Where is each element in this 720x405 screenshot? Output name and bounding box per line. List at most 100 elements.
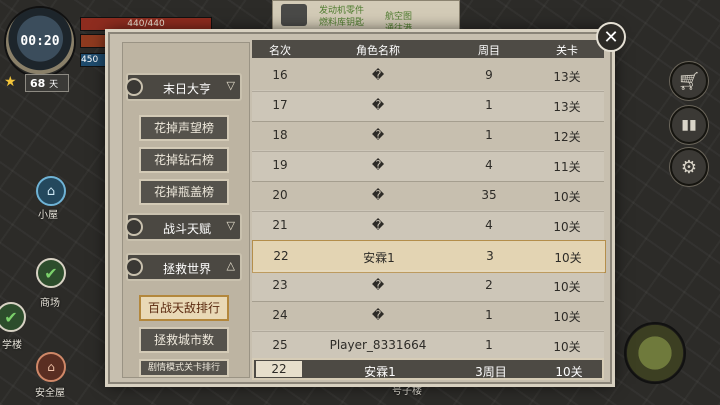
cell-rank: 24 — [272, 308, 288, 322]
clock-time: 00:20 — [20, 34, 60, 49]
leaderboard-panel: 末日大亨 ▽ 花掉声望榜 花掉钻石榜 花掉瓶盖榜 战斗天赋 ▽ 拯救世界 △ 百… — [108, 32, 612, 384]
header-name: 角色名称 — [356, 44, 400, 57]
table-row[interactable]: 24 � 1 10关 — [252, 300, 604, 332]
water-value: 450 — [81, 55, 99, 65]
my-rank-row: 22 安霖1 3周目 10关 — [252, 358, 604, 380]
cell-cycle: 1 — [485, 98, 493, 112]
cell-name: � — [371, 128, 385, 142]
tab-hundred-battles[interactable]: 百战天敌排行 — [139, 295, 229, 321]
table-row[interactable]: 18 � 1 12关 — [252, 120, 604, 152]
cell-stage: 12关 — [553, 130, 581, 144]
cabin-map-node[interactable]: ⌂ — [36, 176, 66, 206]
category-bullet — [125, 78, 143, 96]
table-row[interactable]: 23 � 2 10关 — [252, 270, 604, 302]
cell-cycle: 9 — [485, 68, 493, 82]
close-icon: ✕ — [603, 27, 619, 48]
cell-name: � — [371, 158, 385, 172]
cell-rank: 23 — [272, 278, 288, 292]
header-stage: 关卡 — [556, 44, 578, 57]
bars-icon: ▮▮ — [681, 117, 697, 133]
day-value: 68 — [30, 77, 46, 90]
table-row[interactable]: 21 � 4 10关 — [252, 210, 604, 242]
my-name: 安霖1 — [364, 365, 396, 379]
map-label-school: 学楼 — [2, 340, 22, 351]
tab-spend-caps[interactable]: 花掉瓶盖榜 — [139, 179, 229, 205]
mall-map-node[interactable]: ✔ — [36, 258, 66, 288]
cell-stage: 10关 — [553, 340, 581, 354]
cell-rank: 19 — [272, 158, 288, 172]
cell-rank: 16 — [272, 68, 288, 82]
table-row[interactable]: 19 � 4 11关 — [252, 150, 604, 182]
cell-cycle: 1 — [485, 128, 493, 142]
day-suffix: 天 — [49, 80, 59, 90]
category-bullet — [125, 258, 143, 276]
backpack-button[interactable] — [624, 322, 686, 384]
leaderboard-sidebar: 末日大亨 ▽ 花掉声望榜 花掉钻石榜 花掉瓶盖榜 战斗天赋 ▽ 拯救世界 △ 百… — [122, 42, 250, 378]
category-save-world[interactable]: 拯救世界 △ — [125, 253, 242, 281]
tab-spend-diamonds[interactable]: 花掉钻石榜 — [139, 147, 229, 173]
table-row[interactable]: 22 安霖1 3 10关 — [252, 240, 606, 273]
chevron-down-icon: ▽ — [226, 219, 235, 232]
leaderboard-table: 名次 角色名称 周目 关卡 16 � 9 13关 17 � 1 13关 18 � 1 12关 19 � 4 1… — [252, 40, 606, 380]
water-bar: 450 — [80, 53, 108, 67]
ranking-button[interactable]: ▮▮ — [670, 106, 708, 144]
my-stage: 10关 — [555, 365, 583, 379]
cell-stage: 13关 — [553, 70, 581, 84]
table-row[interactable]: 17 � 1 13关 — [252, 90, 604, 122]
day-counter: 68 天 — [25, 74, 69, 92]
tab-cities-saved[interactable]: 拯救城市数 — [139, 327, 229, 353]
category-label: 战斗天赋 — [162, 222, 211, 236]
close-button[interactable]: ✕ — [596, 22, 626, 52]
cell-stage: 10关 — [553, 280, 581, 294]
map-label-building: 号子楼 — [392, 386, 422, 397]
hunger-bar — [80, 34, 108, 48]
cell-name: � — [371, 188, 385, 202]
cell-cycle: 4 — [485, 218, 493, 232]
chevron-up-icon: △ — [226, 259, 235, 272]
tab-story-stage-ranking[interactable]: 剧情模式关卡排行 — [139, 359, 229, 377]
map-label-cabin: 小屋 — [38, 210, 58, 221]
gear-icon: ⚙ — [680, 156, 698, 178]
settings-button[interactable]: ⚙ — [670, 148, 708, 186]
tab-spend-reputation[interactable]: 花掉声望榜 — [139, 115, 229, 141]
category-tycoon[interactable]: 末日大亨 ▽ — [125, 73, 242, 101]
header-rank: 名次 — [269, 44, 291, 57]
cell-name: Player_8331664 — [329, 338, 427, 352]
cell-rank: 21 — [272, 218, 288, 232]
cell-rank: 22 — [273, 249, 289, 263]
safehouse-icon: ⌂ — [47, 360, 55, 374]
chevron-down-icon: ▽ — [226, 79, 235, 92]
category-combat-talent[interactable]: 战斗天赋 ▽ — [125, 213, 242, 241]
cell-stage: 10关 — [553, 220, 581, 234]
cell-name: � — [371, 98, 385, 112]
checkmark-icon: ✔ — [44, 263, 58, 283]
cell-stage: 13关 — [553, 100, 581, 114]
table-header: 名次 角色名称 周目 关卡 — [252, 40, 604, 58]
category-label: 末日大亨 — [162, 82, 211, 96]
shop-button[interactable]: 🛒︎ — [670, 62, 708, 100]
cell-stage: 11关 — [553, 160, 581, 174]
cell-name: � — [371, 308, 385, 322]
cell-rank: 20 — [272, 188, 288, 202]
day-clock[interactable]: 00:20 — [6, 8, 74, 76]
cell-stage: 10关 — [554, 251, 582, 265]
map-label-safehouse: 安全屋 — [35, 388, 65, 399]
cell-cycle: 1 — [485, 308, 493, 322]
table-row[interactable]: 16 � 9 13关 — [252, 60, 604, 92]
health-value: 440/440 — [127, 19, 165, 29]
cell-name: � — [371, 68, 385, 82]
house-icon: ⌂ — [46, 183, 56, 199]
quest-note[interactable]: 发动机零件 燃料库钥匙 航空图 通往港 — [272, 0, 460, 34]
star-icon: ★ — [4, 74, 17, 90]
table-row[interactable]: 20 � 35 10关 — [252, 180, 604, 212]
table-rows[interactable]: 16 � 9 13关 17 � 1 13关 18 � 1 12关 19 � 4 11关 20 � 35 10关 21 � 4… — [252, 60, 606, 362]
category-bullet — [125, 218, 143, 236]
map-label-mall: 商场 — [40, 298, 60, 309]
my-cycle: 3周目 — [475, 365, 507, 379]
cell-name: 安霖1 — [363, 251, 395, 265]
safehouse-map-node[interactable]: ⌂ — [36, 352, 66, 382]
cell-stage: 10关 — [553, 190, 581, 204]
cell-name: � — [371, 218, 385, 232]
cell-cycle: 35 — [481, 188, 497, 202]
health-bar: 440/440 — [80, 17, 212, 31]
